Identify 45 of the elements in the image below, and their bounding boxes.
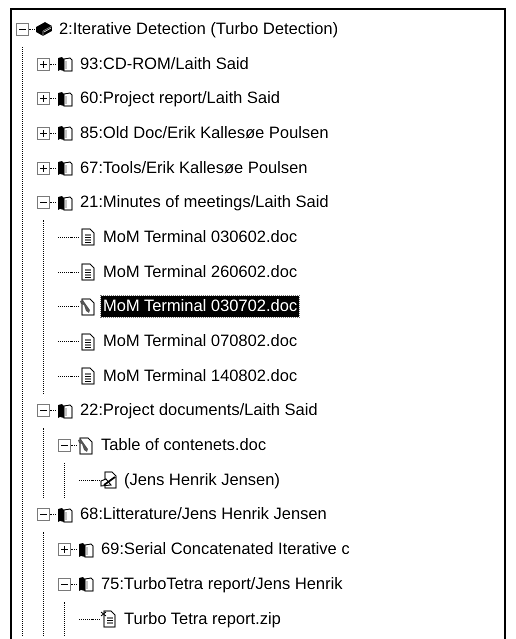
tree-item[interactable]: 85:Old Doc/Erik Kallesøe Poulsen	[78, 122, 331, 144]
tree-item[interactable]: MoM Terminal 030602.doc	[101, 226, 300, 248]
open-book-icon	[56, 506, 74, 524]
open-book-icon	[56, 55, 74, 74]
tree-item[interactable]: Table of contenets.doc	[99, 435, 268, 456]
document-icon	[79, 332, 97, 351]
collapse-button[interactable]	[58, 578, 71, 591]
zip-document-icon	[100, 610, 118, 628]
open-book-icon	[77, 540, 95, 559]
tree-item[interactable]: 67:Tools/Erik Kallesøe Poulsen	[78, 158, 310, 179]
wrench-document-icon	[79, 298, 97, 316]
tree-item[interactable]: 60:Project report/Laith Said	[78, 88, 282, 110]
tree-item[interactable]: 22:Project documents/Laith Said	[78, 400, 320, 422]
collapse-button[interactable]	[37, 508, 50, 522]
wrench-document-icon	[77, 436, 95, 455]
collapse-button[interactable]	[16, 22, 29, 36]
open-book-icon	[56, 402, 74, 420]
open-book-icon	[56, 159, 74, 178]
tree-item[interactable]: 68:Litterature/Jens Henrik Jensen	[78, 504, 329, 526]
tree-item[interactable]: MoM Terminal 140802.doc	[101, 366, 300, 387]
document-icon	[79, 263, 97, 282]
tree-item[interactable]: (Jens Henrik Jensen)	[122, 470, 282, 491]
tree-item[interactable]: MoM Terminal 260602.doc	[101, 262, 300, 283]
tree-item[interactable]: 75:TurboTetra report/Jens Henrik	[99, 574, 344, 595]
expand-button[interactable]	[37, 162, 50, 175]
open-book-icon	[56, 124, 74, 142]
tree-item[interactable]: 2:Iterative Detection (Turbo Detection)	[57, 18, 340, 40]
open-book-icon	[56, 194, 74, 212]
tree-item[interactable]: Turbo Tetra report.zip	[122, 608, 283, 630]
document-icon	[79, 367, 97, 386]
expand-button[interactable]	[37, 126, 50, 140]
open-book-icon	[56, 90, 74, 108]
collapse-button[interactable]	[37, 404, 50, 418]
tree-item[interactable]: 21:Minutes of meetings/Laith Said	[78, 192, 331, 214]
expand-button[interactable]	[58, 543, 71, 556]
expand-button[interactable]	[37, 92, 50, 106]
expand-button[interactable]	[37, 58, 50, 71]
tree-item[interactable]: 69:Serial Concatenated Iterative c	[99, 539, 352, 560]
document-icon	[79, 228, 97, 246]
tree-item[interactable]: MoM Terminal 030702.doc	[101, 296, 300, 318]
tree-item[interactable]: MoM Terminal 070802.doc	[101, 331, 300, 352]
tree-item[interactable]: 93:CD-ROM/Laith Said	[78, 54, 251, 75]
collapse-button[interactable]	[58, 439, 71, 452]
open-book-icon	[77, 575, 95, 594]
collapse-button[interactable]	[37, 196, 50, 210]
